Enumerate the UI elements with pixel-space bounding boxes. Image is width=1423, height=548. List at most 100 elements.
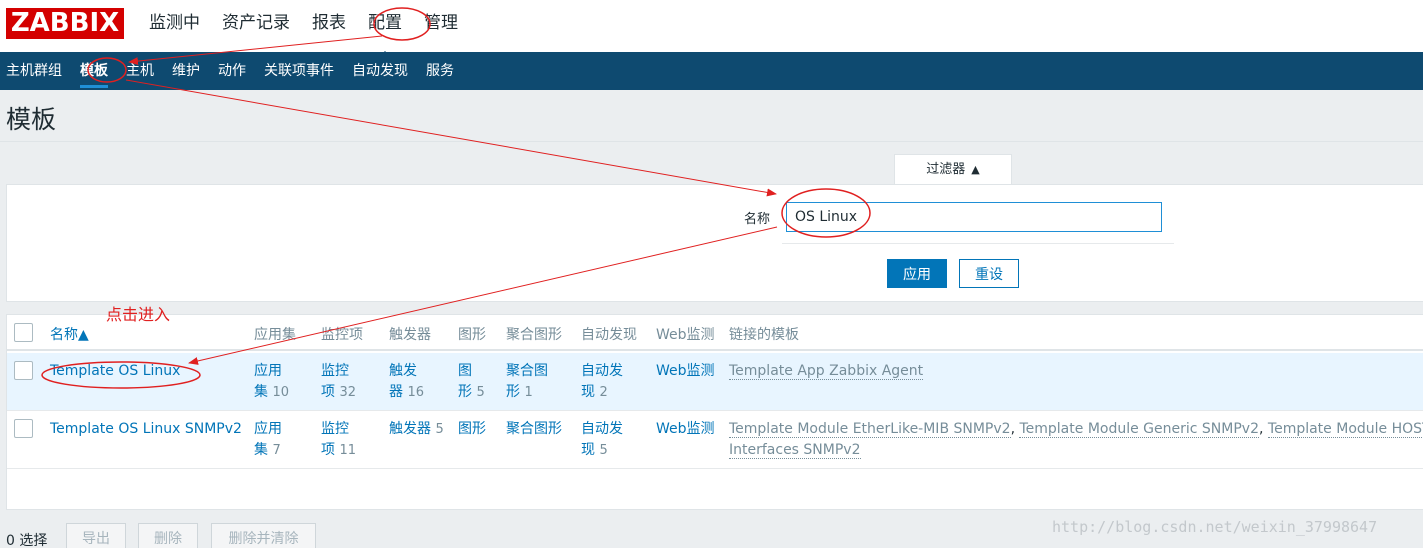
applications-link-l2[interactable]: 集 (254, 384, 268, 400)
apply-button[interactable]: 应用 (887, 259, 947, 288)
triggers-link-l2[interactable]: 器 (389, 384, 403, 400)
discovery-cell: 自动发现 5 (581, 419, 623, 461)
table-row: Template OS Linux 应用集 10 监控项 32 触发器 16 图… (7, 353, 1423, 411)
submenu-correlation[interactable]: 关联项事件 (258, 52, 340, 90)
column-screens: 聚合图形 (506, 327, 562, 343)
menu-reports[interactable]: 报表 (301, 0, 357, 52)
column-name[interactable]: 名称▲ (50, 324, 89, 344)
items-count: 32 (339, 385, 356, 400)
screens-link[interactable]: 聚合图 (506, 363, 548, 379)
row-checkbox[interactable] (14, 361, 33, 380)
column-web: Web监测 (656, 327, 715, 343)
linked-template-link[interactable]: Template App Zabbix Agent (729, 363, 924, 380)
triggers-cell: 触发器 16 (389, 361, 424, 403)
applications-link-l2[interactable]: 集 (254, 442, 268, 458)
export-button[interactable]: 导出 (66, 523, 126, 548)
discovery-count: 2 (599, 385, 608, 400)
linked-template-link[interactable]: Template Module EtherLike-MIB SNMPv2 (729, 421, 1011, 438)
selected-count: 0 选择 (6, 533, 48, 548)
column-graphs: 图形 (458, 327, 486, 343)
main-menu: 监测中 资产记录 报表 配置 管理 (138, 0, 469, 58)
separator-comma: , (1259, 421, 1264, 437)
select-all-checkbox[interactable] (14, 323, 33, 342)
linked-template-link[interactable]: Template Module Generic SNMPv2 (1019, 421, 1259, 438)
applications-cell: 应用集 7 (254, 419, 282, 461)
separator-comma: , (1010, 421, 1016, 437)
annotation-text: 点击进入 (106, 305, 171, 324)
screens-link[interactable]: 聚合图形 (506, 419, 562, 440)
web-link[interactable]: Web监测 (656, 419, 715, 440)
submenu-discovery[interactable]: 自动发现 (346, 52, 414, 90)
sub-menu: 主机群组 模板 主机 维护 动作 关联项事件 自动发现 服务 (0, 52, 1423, 90)
filter-name-input[interactable] (786, 202, 1162, 232)
triggers-count: 5 (435, 422, 444, 437)
filter-tab-label: 过滤器 (926, 162, 966, 177)
triggers-link[interactable]: 触发 (389, 363, 417, 379)
submenu-host-groups[interactable]: 主机群组 (0, 52, 68, 90)
zabbix-logo[interactable]: ZABBIX (6, 8, 124, 39)
page-title: 模板 (6, 105, 57, 134)
table-row: Template OS Linux SNMPv2 应用集 7 监控项 11 触发… (7, 411, 1423, 469)
items-link[interactable]: 监控 (321, 363, 349, 379)
row-checkbox[interactable] (14, 419, 33, 438)
reset-button[interactable]: 重设 (959, 259, 1019, 288)
items-count: 11 (339, 443, 356, 458)
discovery-link-l2[interactable]: 现 (581, 442, 595, 458)
items-cell: 监控项 32 (321, 361, 356, 403)
top-header: ZABBIX 监测中 资产记录 报表 配置 管理 (0, 0, 1423, 58)
table-header: 名称▲ 应用集 监控项 触发器 图形 聚合图形 自动发现 Web监测 链接的模板 (7, 315, 1423, 351)
watermark-text: http://blog.csdn.net/weixin_37998647 (1052, 518, 1378, 536)
graphs-link[interactable]: 图 (458, 363, 472, 379)
templates-table: 名称▲ 应用集 监控项 触发器 图形 聚合图形 自动发现 Web监测 链接的模板… (6, 314, 1423, 510)
submenu-maintenance[interactable]: 维护 (166, 52, 206, 90)
discovery-link-l2[interactable]: 现 (581, 384, 595, 400)
column-discovery: 自动发现 (581, 327, 637, 343)
screens-link-l2[interactable]: 形 (506, 384, 520, 400)
submenu-actions[interactable]: 动作 (212, 52, 252, 90)
items-link-l2[interactable]: 项 (321, 442, 335, 458)
discovery-cell: 自动发现 2 (581, 361, 623, 403)
menu-configuration[interactable]: 配置 (357, 0, 413, 58)
screens-cell: 聚合图形 1 (506, 361, 548, 403)
column-linked-templates: 链接的模板 (729, 327, 799, 343)
filter-panel (6, 184, 1423, 302)
menu-administration[interactable]: 管理 (413, 0, 469, 52)
triggers-cell: 触发器 5 (389, 419, 444, 440)
menu-inventory[interactable]: 资产记录 (211, 0, 301, 52)
items-link-l2[interactable]: 项 (321, 384, 335, 400)
linked-template-link[interactable]: Template Module HOST-RESOURCES-MIB SNMPv… (1267, 421, 1423, 438)
triggers-link[interactable]: 触发器 (389, 421, 431, 437)
discovery-link[interactable]: 自动发 (581, 421, 623, 437)
menu-monitoring[interactable]: 监测中 (138, 0, 211, 52)
applications-link[interactable]: 应用 (254, 421, 282, 437)
items-link[interactable]: 监控 (321, 421, 349, 437)
filter-name-label: 名称 (744, 212, 771, 227)
submenu-hosts[interactable]: 主机 (120, 52, 160, 90)
template-name-link[interactable]: Template OS Linux SNMPv2 (50, 419, 242, 440)
applications-count: 10 (272, 385, 289, 400)
annotation-arrow-2 (125, 79, 777, 197)
web-link[interactable]: Web监测 (656, 361, 715, 382)
filter-tab[interactable]: 过滤器 ▲ (894, 154, 1012, 185)
applications-link[interactable]: 应用 (254, 363, 282, 379)
applications-count: 7 (272, 443, 281, 458)
graphs-link[interactable]: 图形 (458, 419, 486, 440)
discovery-count: 5 (599, 443, 608, 458)
delete-button[interactable]: 删除 (138, 523, 198, 548)
graphs-cell: 图形 5 (458, 361, 485, 403)
collapse-arrow-icon: ▲ (971, 163, 980, 176)
linked-template-link[interactable]: Interfaces SNMPv2 (729, 442, 861, 459)
filter-divider (782, 243, 1174, 244)
submenu-services[interactable]: 服务 (420, 52, 460, 90)
linked-templates-cell: Template App Zabbix Agent (729, 361, 924, 382)
linked-templates-cell: Template Module EtherLike-MIB SNMPv2, Te… (729, 419, 1423, 461)
column-items: 监控项 (321, 327, 363, 343)
template-name-link[interactable]: Template OS Linux (50, 361, 180, 382)
graphs-link-l2[interactable]: 形 (458, 384, 472, 400)
triggers-count: 16 (407, 385, 424, 400)
header-divider (0, 141, 1423, 142)
discovery-link[interactable]: 自动发 (581, 363, 623, 379)
items-cell: 监控项 11 (321, 419, 356, 461)
submenu-templates[interactable]: 模板 (74, 52, 114, 90)
delete-and-clear-button[interactable]: 删除并清除 (211, 523, 316, 548)
